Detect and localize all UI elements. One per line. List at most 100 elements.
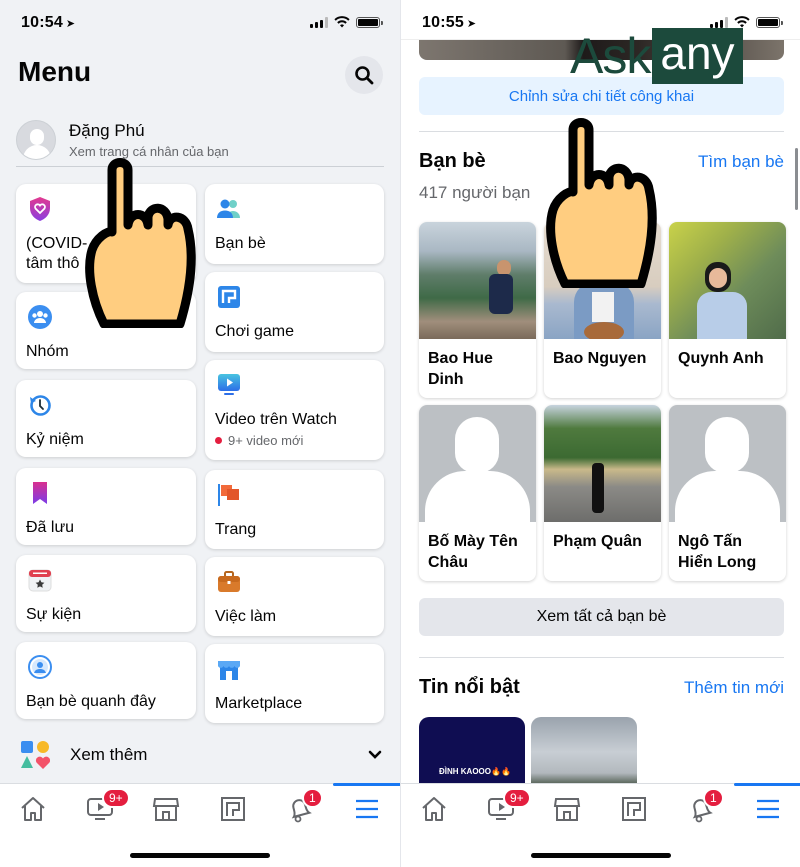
tile-label: Chơi game (215, 323, 294, 340)
notifications-badge: 1 (703, 788, 724, 808)
highlight-story[interactable] (531, 717, 637, 787)
profile-link[interactable]: Đặng Phú Xem trang cá nhân của bạn (16, 114, 384, 166)
tile-watch[interactable]: Video trên Watch 9+ video mới (205, 360, 384, 460)
watch-new-videos: 9+ video mới (215, 433, 374, 448)
tile-friends[interactable]: Bạn bè (205, 184, 384, 264)
tile-label: Video trên Watch (215, 411, 337, 428)
see-more-button[interactable]: Xem thêm (20, 738, 382, 772)
watch-icon (216, 372, 242, 398)
tile-label: Sự kiện (26, 606, 82, 623)
tile-label: Kỷ niệm (26, 431, 84, 448)
watch-badge: 9+ (102, 788, 130, 808)
hamburger-menu-icon (757, 799, 779, 819)
friend-card[interactable]: Quynh Anh (669, 222, 786, 398)
tab-watch[interactable]: 9+ (80, 788, 130, 824)
tile-jobs[interactable]: Việc làm (205, 557, 384, 636)
friend-name: Quynh Anh (678, 350, 764, 367)
tab-home[interactable] (13, 794, 53, 824)
location-icon: ➤ (466, 18, 477, 30)
add-highlight-link[interactable]: Thêm tin mới (684, 678, 784, 698)
wifi-icon (334, 16, 350, 28)
tile-label: Nhóm (26, 343, 69, 360)
tile-label: Việc làm (215, 608, 277, 625)
friend-card[interactable]: Bao Nguyen (544, 222, 661, 398)
tile-events[interactable]: Sự kiện (16, 555, 196, 632)
tile-gaming[interactable]: Chơi game (205, 272, 384, 352)
status-bar: 10:55 ➤ (401, 0, 800, 40)
gaming-icon (622, 797, 646, 821)
wifi-icon (734, 16, 750, 28)
marketplace-store-icon (152, 798, 180, 821)
home-indicator (130, 853, 270, 858)
watch-badge: 9+ (503, 788, 531, 808)
battery-icon (756, 16, 783, 28)
profile-name: Đặng Phú (69, 121, 145, 140)
tab-gaming[interactable] (614, 794, 654, 824)
divider (419, 131, 784, 132)
status-time: 10:55 ➤ (422, 14, 477, 31)
friend-name: Bố Mày Tên Châu (428, 533, 518, 571)
divider (419, 657, 784, 658)
highlights-section-title: Tin nổi bật (419, 676, 520, 698)
friend-photo (669, 222, 786, 339)
find-friends-link[interactable]: Tìm bạn bè (698, 152, 784, 172)
search-button[interactable] (345, 56, 383, 94)
friend-name: Bao Nguyen (553, 350, 647, 367)
tab-watch[interactable]: 9+ (481, 788, 531, 824)
tab-notifications[interactable]: 1 (280, 788, 323, 824)
highlight-story[interactable]: ĐÌNH KAOOO🔥🔥 (419, 717, 525, 787)
friend-photo (544, 405, 661, 522)
pages-flag-icon (216, 482, 242, 508)
events-calendar-icon (27, 567, 53, 593)
friends-icon (216, 196, 242, 222)
tab-menu[interactable] (333, 783, 400, 824)
friend-card[interactable]: Phạm Quân (544, 405, 661, 581)
divider (16, 166, 384, 167)
tab-gaming[interactable] (213, 794, 253, 824)
tile-pages[interactable]: Trang (205, 470, 384, 549)
tab-menu[interactable] (734, 783, 800, 824)
cell-signal-icon (310, 16, 328, 28)
friend-card[interactable]: Ngô Tấn Hiển Long (669, 405, 786, 581)
see-all-friends-button[interactable]: Xem tất cả bạn bè (419, 598, 784, 636)
memories-icon (27, 392, 53, 418)
home-indicator (531, 853, 671, 858)
tile-label: (COVID-tâm thô (26, 235, 88, 272)
friend-name: Ngô Tấn Hiển Long (678, 533, 757, 571)
friend-photo (544, 222, 661, 339)
profile-subtitle: Xem trang cá nhân của bạn (69, 144, 229, 159)
chevron-down-icon (368, 747, 382, 763)
tile-marketplace[interactable]: Marketplace (205, 644, 384, 723)
friends-section-title: Bạn bè (419, 150, 486, 172)
tile-covid[interactable]: (COVID-tâm thô (16, 184, 196, 283)
scrollbar[interactable] (795, 148, 798, 210)
home-icon (422, 797, 446, 821)
tile-nearby-friends[interactable]: Bạn bè quanh đây (16, 642, 196, 719)
tile-memories[interactable]: Kỷ niệm (16, 380, 196, 457)
friend-name: Phạm Quân (553, 533, 642, 550)
profile-screen: 10:55 ➤ Chỉnh sửa chi tiết công khai Bạn … (400, 0, 800, 867)
tile-label: Marketplace (215, 695, 303, 712)
cover-photo (419, 40, 784, 60)
friend-card[interactable]: Bao Hue Dinh (419, 222, 536, 398)
marketplace-store-icon (553, 798, 581, 821)
tab-marketplace[interactable] (146, 794, 186, 824)
see-more-shapes-icon (21, 741, 50, 769)
tile-label: Trang (215, 521, 257, 538)
saved-icon (27, 480, 53, 506)
new-dot-icon (215, 437, 222, 444)
tab-home[interactable] (414, 794, 454, 824)
tile-saved[interactable]: Đã lưu (16, 468, 196, 545)
edit-public-details-button[interactable]: Chỉnh sửa chi tiết công khai (419, 77, 784, 115)
page-title: Menu (18, 56, 92, 87)
marketplace-icon (216, 656, 242, 682)
tile-groups[interactable]: Nhóm (16, 292, 196, 369)
gaming-icon (216, 284, 242, 310)
home-icon (21, 797, 45, 821)
tab-notifications[interactable]: 1 (681, 788, 724, 824)
status-bar: 10:54 ➤ (0, 0, 400, 46)
gaming-icon (221, 797, 245, 821)
friend-card[interactable]: Bố Mày Tên Châu (419, 405, 536, 581)
default-avatar-icon (669, 405, 786, 522)
tab-marketplace[interactable] (547, 794, 587, 824)
